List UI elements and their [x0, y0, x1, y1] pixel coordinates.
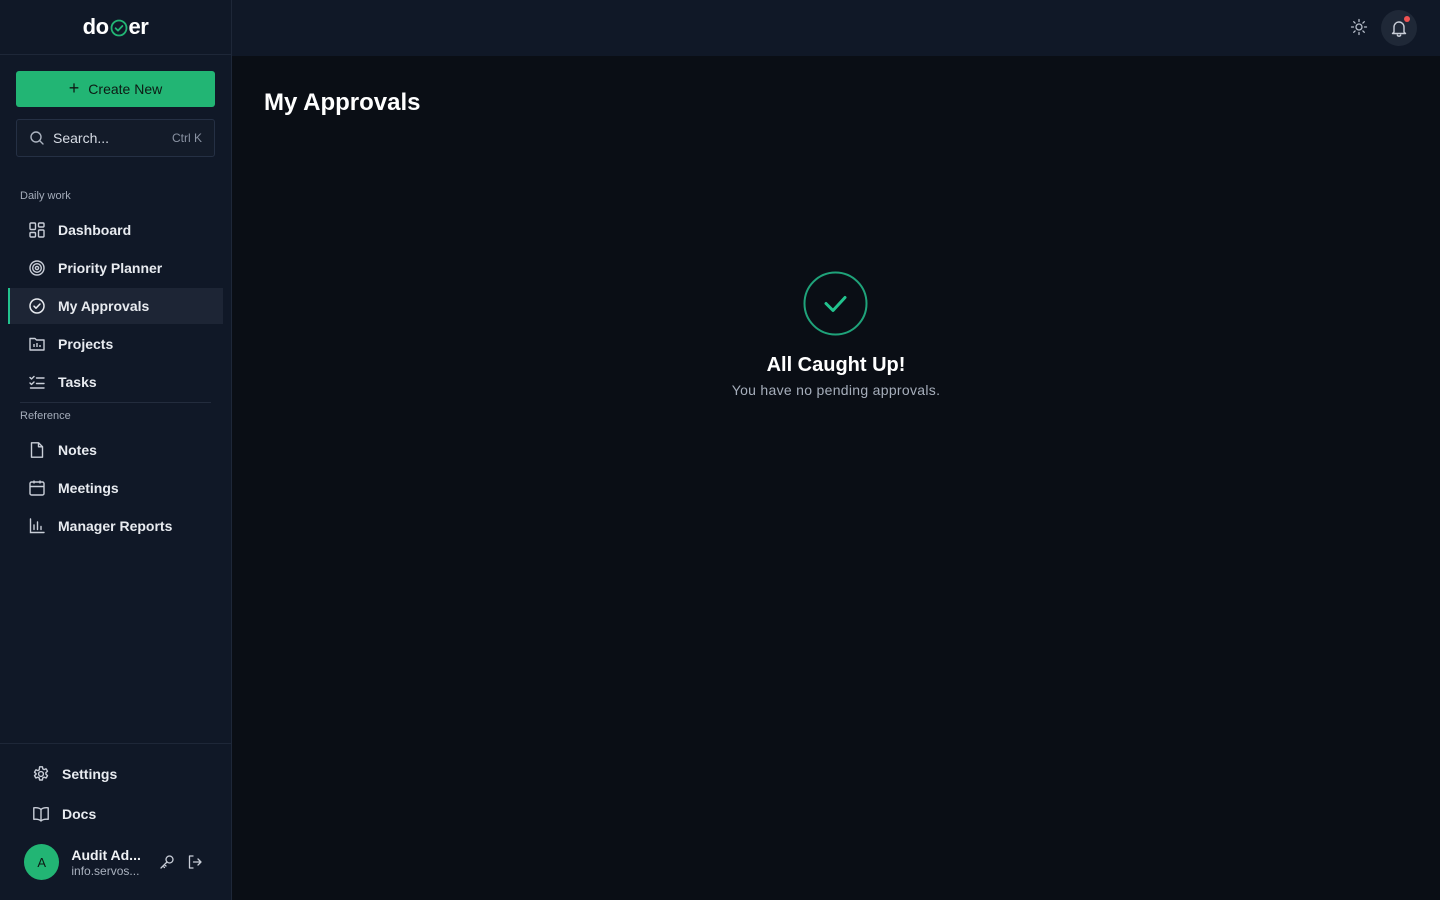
- key-icon[interactable]: [158, 853, 176, 871]
- sidebar-item-label: Tasks: [58, 374, 97, 390]
- docs-link[interactable]: Docs: [22, 798, 212, 830]
- sidebar-item-label: Dashboard: [58, 222, 132, 238]
- sun-icon[interactable]: [1349, 17, 1369, 37]
- logo-bar: do er: [0, 0, 231, 55]
- section-label-daily-work: Daily work: [20, 190, 71, 202]
- sidebar-item-projects[interactable]: Projects: [8, 326, 223, 362]
- docs-label: Docs: [62, 806, 97, 822]
- sidebar-item-manager-reports[interactable]: Manager Reports: [8, 508, 223, 544]
- grid-icon: [27, 220, 47, 240]
- logo-text-left: do: [82, 14, 109, 39]
- checklist-icon: [27, 372, 47, 392]
- sidebar-item-priority-planner[interactable]: Priority Planner: [8, 250, 223, 286]
- create-new-label: Create New: [88, 81, 163, 97]
- logout-icon[interactable]: [186, 853, 204, 871]
- empty-state-message: You have no pending approvals.: [731, 382, 941, 398]
- sidebar-item-label: Manager Reports: [58, 518, 173, 534]
- sidebar-item-dashboard[interactable]: Dashboard: [8, 212, 223, 248]
- logo-text-right: er: [128, 14, 149, 39]
- logo-check-icon: [110, 19, 128, 37]
- settings-link[interactable]: Settings: [22, 758, 212, 790]
- search-input[interactable]: Search... Ctrl K: [16, 119, 215, 157]
- sidebar-item-label: My Approvals: [58, 298, 150, 314]
- top-bar: [232, 0, 1440, 56]
- sidebar-item-tasks[interactable]: Tasks: [8, 364, 223, 400]
- search-icon: [29, 130, 45, 146]
- chart-folder-icon: [27, 334, 47, 354]
- bar-chart-icon: [27, 516, 47, 536]
- book-icon: [30, 803, 52, 825]
- notification-dot: [1404, 16, 1410, 22]
- user-email: info.servos...: [71, 863, 140, 878]
- target-icon: [27, 258, 47, 278]
- sidebar-item-notes[interactable]: Notes: [8, 432, 223, 468]
- sidebar-divider: [20, 402, 211, 403]
- user-actions: [158, 853, 214, 871]
- check-circle-icon: [803, 271, 868, 336]
- search-placeholder: Search...: [53, 130, 110, 146]
- gear-icon: [30, 763, 52, 785]
- check-circle-icon: [27, 296, 47, 316]
- sidebar-item-label: Projects: [58, 336, 114, 352]
- sidebar-item-label: Notes: [58, 442, 97, 458]
- sidebar-item-my-approvals[interactable]: My Approvals: [8, 288, 223, 324]
- file-icon: [27, 440, 47, 460]
- sidebar-item-label: Priority Planner: [58, 260, 163, 276]
- page-title: My Approvals: [264, 89, 421, 116]
- notifications-button[interactable]: [1381, 10, 1417, 46]
- section-label-reference: Reference: [20, 410, 71, 422]
- user-name: Audit Ad...: [71, 846, 141, 863]
- user-info: Audit Ad... info.servos...: [71, 847, 148, 878]
- settings-label: Settings: [62, 766, 118, 782]
- search-shortcut: Ctrl K: [172, 131, 202, 145]
- plus-icon: +: [68, 78, 80, 98]
- sidebar-item-label: Meetings: [58, 480, 119, 496]
- create-new-button[interactable]: + Create New: [16, 71, 215, 107]
- sidebar: do er + Create New Search... Ctrl K Dail…: [0, 0, 232, 900]
- sidebar-item-meetings[interactable]: Meetings: [8, 470, 223, 506]
- app-logo[interactable]: do er: [83, 14, 149, 40]
- user-profile: A Audit Ad... info.servos...: [24, 844, 214, 880]
- calendar-icon: [27, 478, 47, 498]
- empty-state-title: All Caught Up!: [766, 354, 906, 376]
- avatar[interactable]: A: [24, 844, 60, 880]
